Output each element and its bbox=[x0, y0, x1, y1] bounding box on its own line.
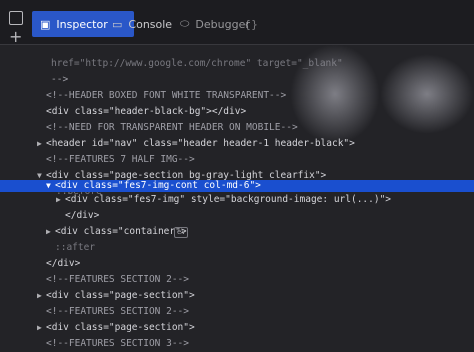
element-picker-icon[interactable] bbox=[9, 11, 23, 25]
devtools-toolbar: + ▣ Inspector ▭ Console ⬭ Debugger {} bbox=[0, 0, 474, 45]
tab-inspector-label: Inspector bbox=[56, 17, 108, 31]
event-badge[interactable]: ev bbox=[174, 227, 189, 238]
tree-row[interactable]: ▶ <div class="page-section"> bbox=[0, 320, 474, 336]
tree-row-text: <div class="fes7-img" style="background-… bbox=[65, 194, 392, 205]
markup-tree[interactable]: href="http://www.google.com/chrome" targ… bbox=[0, 44, 474, 349]
expanded-arrow-icon[interactable]: ▼ bbox=[46, 180, 51, 192]
tree-row[interactable]: --> bbox=[0, 72, 474, 88]
tree-row-text: </div> bbox=[46, 258, 81, 269]
collapsed-arrow-icon[interactable]: ▶ bbox=[46, 224, 51, 240]
collapsed-arrow-icon[interactable]: ▶ bbox=[37, 288, 42, 304]
tree-row-text: <div class="container"> bbox=[55, 226, 187, 237]
tree-row-text: <div class="fes7-img-cont col-md-6"> bbox=[55, 180, 261, 191]
tree-row[interactable]: ::after bbox=[0, 240, 474, 256]
collapsed-arrow-icon[interactable]: ▶ bbox=[37, 136, 42, 152]
tree-row-text: --> bbox=[51, 74, 69, 85]
tree-row[interactable]: <!--NEED FOR TRANSPARENT HEADER ON MOBIL… bbox=[0, 120, 474, 136]
tree-row-text: <div class="page-section"> bbox=[46, 290, 195, 301]
tree-row[interactable]: href="http://www.google.com/chrome" targ… bbox=[0, 56, 474, 72]
tree-row-text: <!--NEED FOR TRANSPARENT HEADER ON MOBIL… bbox=[46, 122, 298, 133]
tab-style-editor[interactable]: {} bbox=[244, 11, 258, 37]
selected-tree-row[interactable]: ▼ <div class="fes7-img-cont col-md-6"> bbox=[0, 180, 474, 192]
tree-row[interactable]: <!--FEATURES SECTION 3--> bbox=[0, 336, 474, 352]
tree-row[interactable]: ▶ <div class="page-section"> bbox=[0, 288, 474, 304]
tree-row-text: ::after bbox=[55, 242, 96, 253]
add-node-icon[interactable]: + bbox=[9, 29, 22, 45]
tree-row-text: </div> bbox=[65, 210, 100, 221]
tree-row-text: <!--HEADER BOXED FONT WHITE TRANSPARENT-… bbox=[46, 90, 287, 101]
style-editor-icon: {} bbox=[244, 17, 258, 31]
debugger-icon: ⬭ bbox=[180, 17, 190, 30]
tree-row-text: <div class="header-black-bg"></div> bbox=[46, 106, 247, 117]
tree-row[interactable]: </div> bbox=[0, 256, 474, 272]
tree-row-text: <!--FEATURES SECTION 3--> bbox=[46, 338, 189, 349]
tree-row-text: <!--FEATURES 7 HALF IMG--> bbox=[46, 154, 195, 165]
tree-row-text: href="http://www.google.com/chrome" targ… bbox=[51, 58, 343, 69]
collapsed-arrow-icon[interactable]: ▶ bbox=[37, 320, 42, 336]
tree-row[interactable]: <!--FEATURES SECTION 2--> bbox=[0, 272, 474, 288]
tab-console-label: Console bbox=[128, 17, 173, 31]
collapsed-arrow-icon[interactable]: ▶ bbox=[56, 192, 61, 208]
tree-row-text: <header id="nav" class="header header-1 … bbox=[46, 138, 355, 149]
tree-row[interactable]: ▶ <div class="fes7-img" style="backgroun… bbox=[0, 192, 474, 208]
tab-console[interactable]: ▭ Console bbox=[112, 11, 172, 37]
tree-row-text: <!--FEATURES SECTION 2--> bbox=[46, 306, 189, 317]
tree-row[interactable]: </div> bbox=[0, 208, 474, 224]
tree-row[interactable]: <!--FEATURES 7 HALF IMG--> bbox=[0, 152, 474, 168]
tree-row[interactable]: ▶ <div class="container"> ev bbox=[0, 224, 474, 240]
tab-debugger[interactable]: ⬭ Debugger bbox=[180, 11, 250, 37]
console-icon: ▭ bbox=[112, 17, 123, 31]
tree-row[interactable]: <div class="header-black-bg"></div> bbox=[0, 104, 474, 120]
tree-row[interactable]: ▶ <header id="nav" class="header header-… bbox=[0, 136, 474, 152]
tree-row-text: <!--FEATURES SECTION 2--> bbox=[46, 274, 189, 285]
tab-debugger-label: Debugger bbox=[195, 17, 250, 31]
tree-row-text: <div class="page-section"> bbox=[46, 322, 195, 333]
tree-row[interactable]: <!--HEADER BOXED FONT WHITE TRANSPARENT-… bbox=[0, 88, 474, 104]
tree-row[interactable]: <!--FEATURES SECTION 2--> bbox=[0, 304, 474, 320]
inspector-icon: ▣ bbox=[40, 17, 51, 31]
